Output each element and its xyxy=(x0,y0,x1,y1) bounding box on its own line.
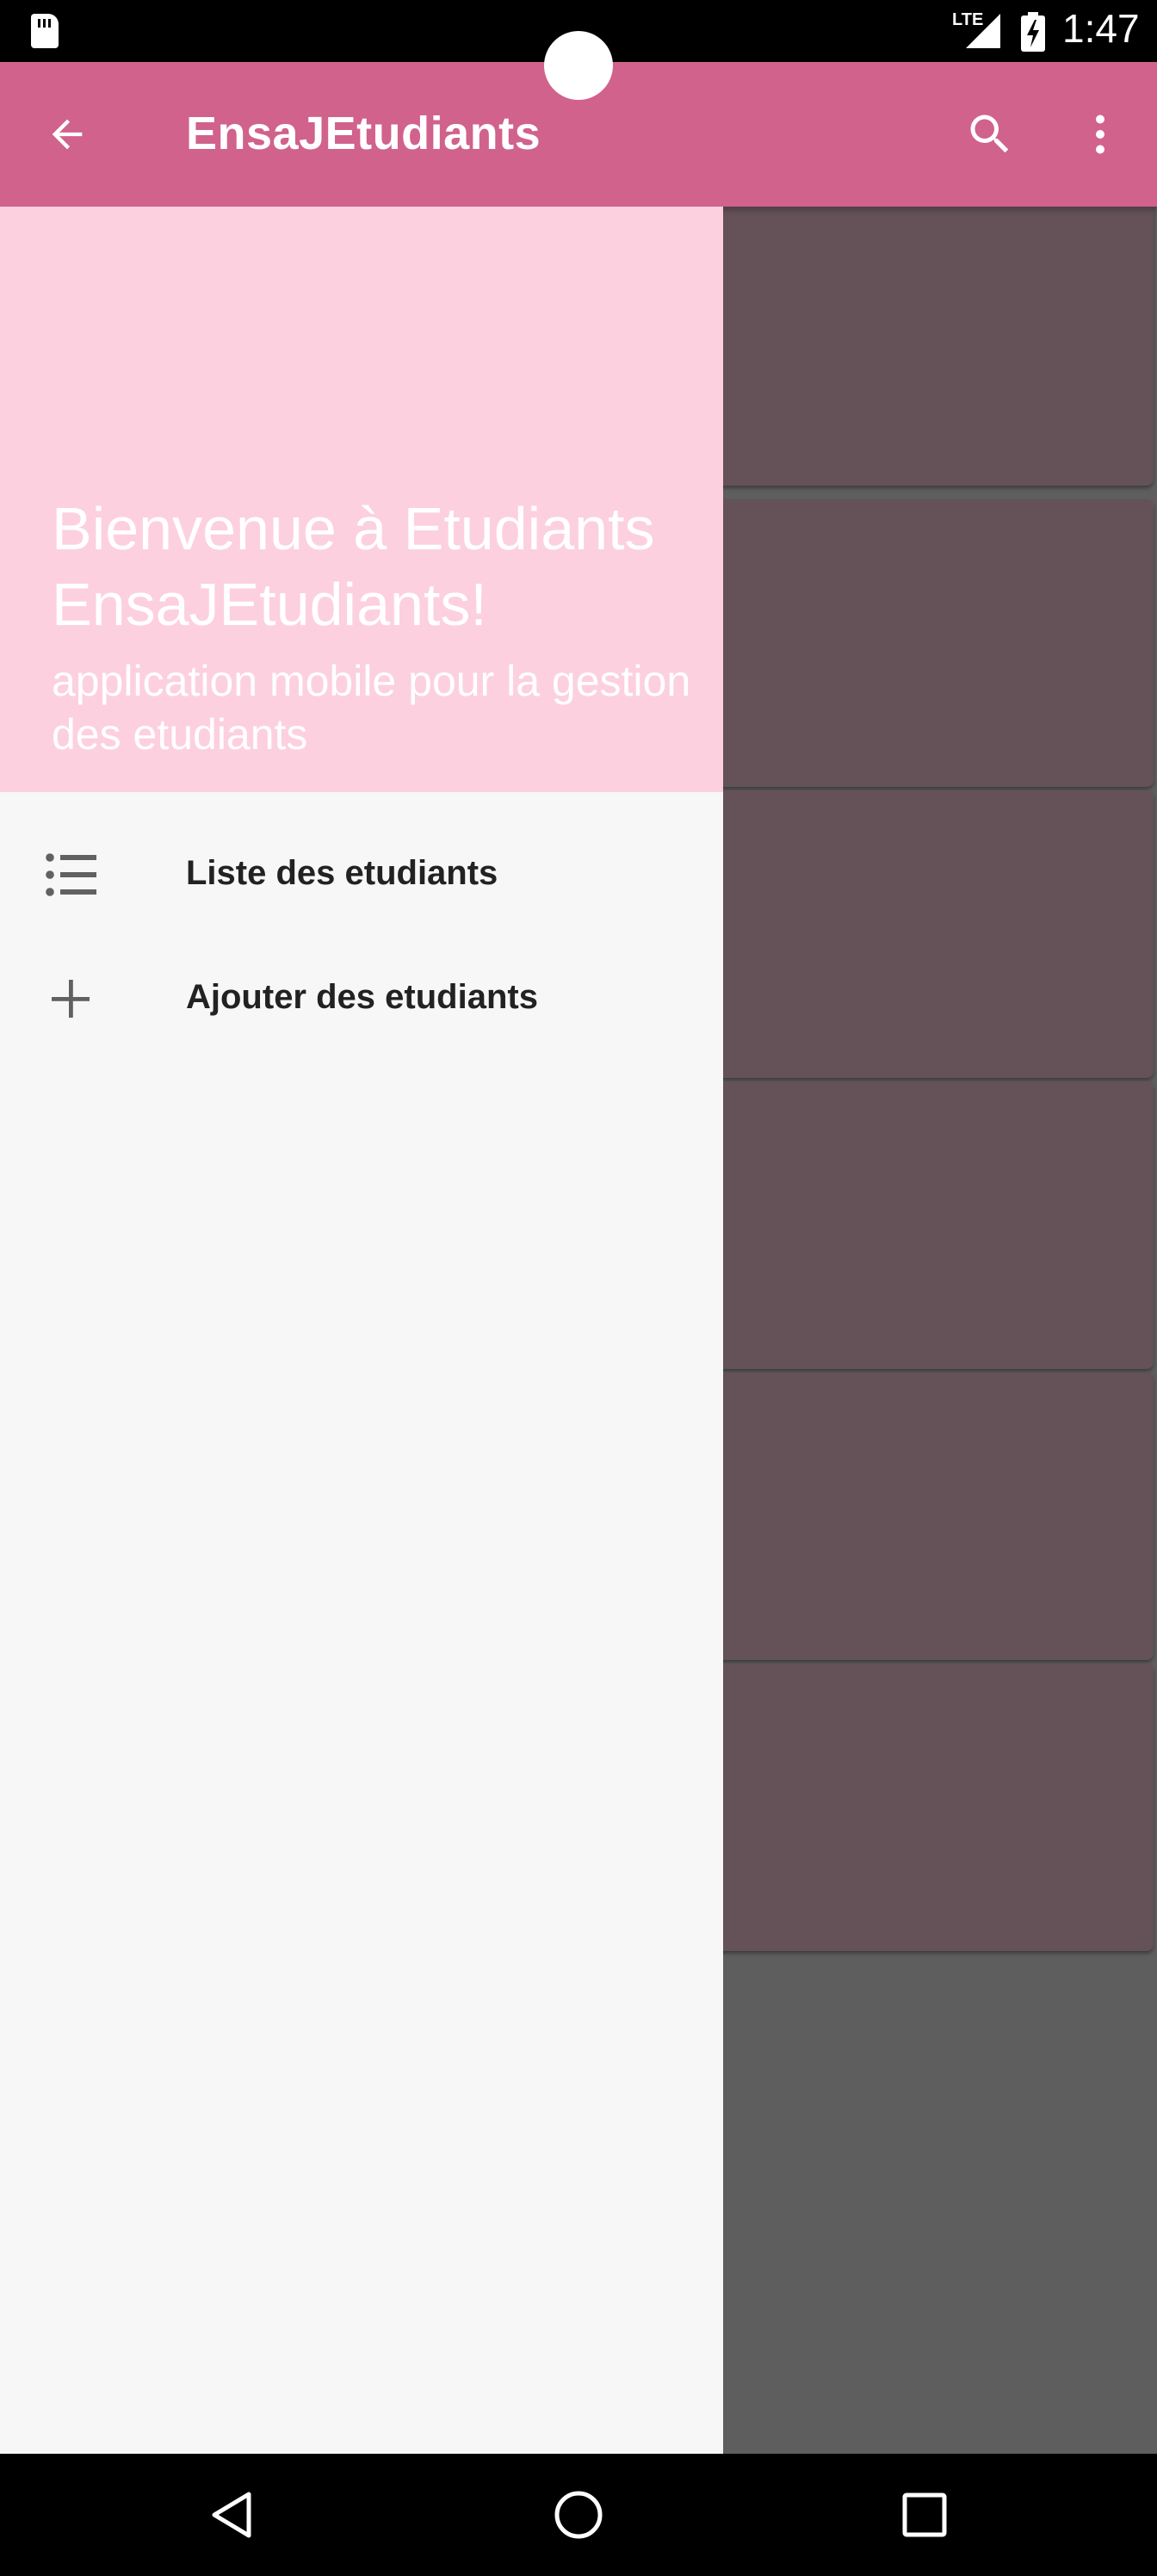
navigation-drawer: Bienvenue à Etudiants EnsaJEtudiants! ap… xyxy=(0,207,723,2454)
menu-item-liste-etudiants[interactable]: Liste des etudiants xyxy=(0,813,723,937)
menu-item-label: Liste des etudiants xyxy=(186,854,498,892)
home-nav-icon xyxy=(554,2491,603,2539)
more-vert-icon xyxy=(1096,115,1104,154)
sd-card-icon xyxy=(31,14,59,48)
nav-recents-button[interactable] xyxy=(886,2476,963,2554)
signal-icon xyxy=(966,14,1000,48)
drawer-header-title: Bienvenue à Etudiants EnsaJEtudiants! xyxy=(52,495,655,638)
menu-item-ajouter-etudiants[interactable]: Ajouter des etudiants xyxy=(0,937,723,1061)
search-button[interactable] xyxy=(957,102,1023,167)
clock: 1:47 xyxy=(1062,6,1140,51)
back-nav-icon xyxy=(212,2492,251,2538)
system-nav-bar xyxy=(0,2454,1157,2576)
nav-back-button[interactable] xyxy=(195,2476,272,2554)
back-button[interactable] xyxy=(36,103,98,165)
search-icon xyxy=(970,115,1009,153)
phone-screen: LTE 1:47 EnsaJEtudiants Bienvenue à Etud… xyxy=(0,0,1157,2576)
app-title: EnsaJEtudiants xyxy=(186,108,541,159)
menu-item-label: Ajouter des etudiants xyxy=(186,978,538,1016)
drawer-header-subtitle: application mobile pour la gestion des e… xyxy=(52,657,691,759)
nav-home-button[interactable] xyxy=(540,2476,617,2554)
recents-nav-icon xyxy=(902,2492,947,2537)
battery-charging-icon xyxy=(1021,12,1045,52)
camera-cutout xyxy=(544,31,613,100)
overflow-menu-button[interactable] xyxy=(1071,102,1129,167)
back-arrow-icon xyxy=(52,119,83,150)
drawer-header: Bienvenue à Etudiants EnsaJEtudiants! ap… xyxy=(0,207,723,792)
list-icon xyxy=(43,851,98,899)
add-icon xyxy=(43,975,98,1023)
